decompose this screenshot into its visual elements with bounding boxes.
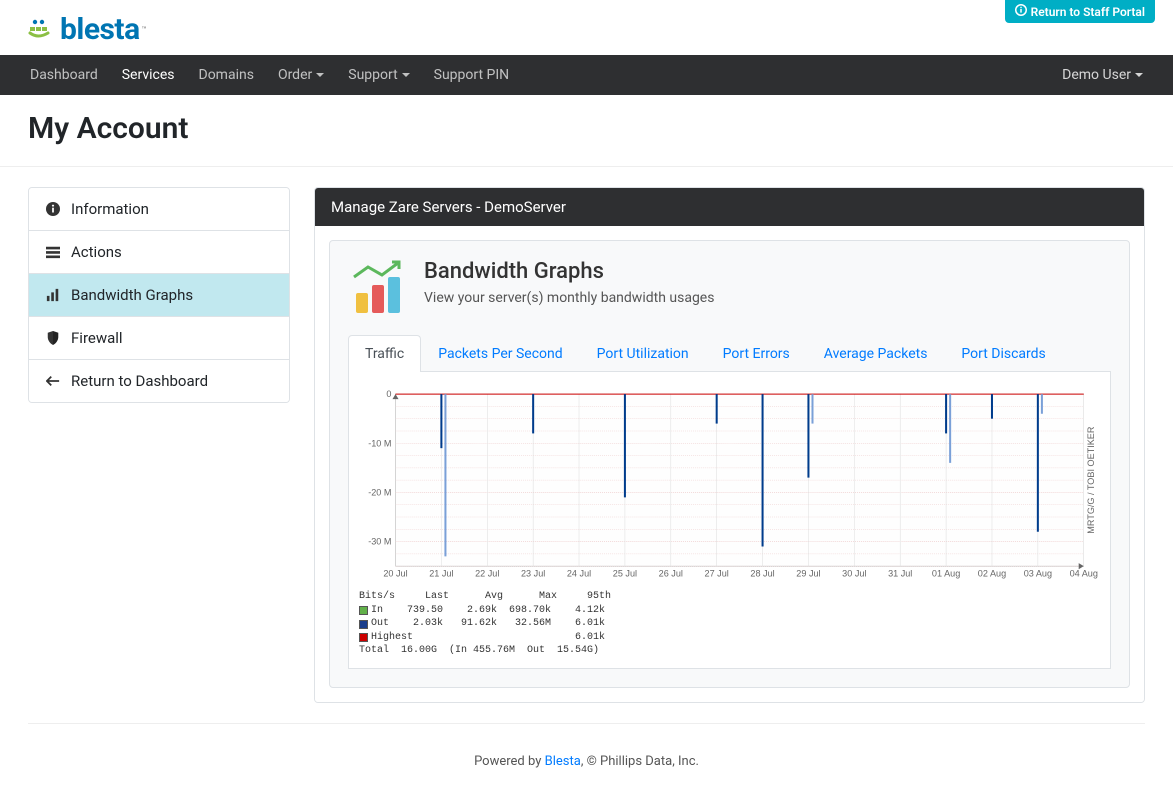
footer: Powered by Blesta, © Phillips Data, Inc. xyxy=(28,723,1145,789)
card-subtitle: View your server(s) monthly bandwidth us… xyxy=(424,290,714,306)
sidebar: Information Actions Bandwidth Graphs Firewa… xyxy=(28,187,290,703)
logo[interactable]: blesta™ xyxy=(0,0,1173,55)
sidebar-item-label: Return to Dashboard xyxy=(71,372,208,390)
svg-text:0: 0 xyxy=(386,389,391,399)
logo-text: blesta xyxy=(60,12,140,47)
sidebar-item-return-to-dashboard[interactable]: Return to Dashboard xyxy=(29,360,289,402)
panel-title: Manage Zare Servers - DemoServer xyxy=(315,188,1144,226)
svg-text:02 Aug: 02 Aug xyxy=(978,568,1006,578)
sidebar-item-label: Firewall xyxy=(71,329,123,347)
chevron-down-icon xyxy=(402,73,410,77)
svg-text:20 Jul: 20 Jul xyxy=(383,568,407,578)
staff-portal-label: Return to Staff Portal xyxy=(1031,5,1145,19)
svg-text:25 Jul: 25 Jul xyxy=(613,568,637,578)
main-nav: DashboardServicesDomainsOrderSupportSupp… xyxy=(0,55,1173,95)
svg-text:-30 M: -30 M xyxy=(368,537,391,547)
svg-text:04 Aug: 04 Aug xyxy=(1070,568,1098,578)
svg-text:01 Aug: 01 Aug xyxy=(932,568,960,578)
sidebar-item-actions[interactable]: Actions xyxy=(29,231,289,274)
sidebar-item-label: Information xyxy=(71,200,149,218)
tab-traffic[interactable]: Traffic xyxy=(348,335,421,372)
svg-text:24 Jul: 24 Jul xyxy=(567,568,591,578)
sidebar-item-firewall[interactable]: Firewall xyxy=(29,317,289,360)
svg-text:22 Jul: 22 Jul xyxy=(475,568,499,578)
logo-icon xyxy=(28,18,58,42)
tab-port-discards[interactable]: Port Discards xyxy=(944,335,1062,372)
card-title: Bandwidth Graphs xyxy=(424,259,714,284)
nav-support-pin[interactable]: Support PIN xyxy=(422,57,522,93)
sidebar-item-label: Bandwidth Graphs xyxy=(71,286,193,304)
sidebar-item-bandwidth-graphs[interactable]: Bandwidth Graphs xyxy=(29,274,289,317)
tab-port-utilization[interactable]: Port Utilization xyxy=(580,335,706,372)
info-icon xyxy=(1015,4,1027,19)
sidebar-item-information[interactable]: Information xyxy=(29,188,289,231)
svg-text:23 Jul: 23 Jul xyxy=(521,568,545,578)
main-panel: Manage Zare Servers - DemoServer xyxy=(314,187,1145,703)
svg-text:29 Jul: 29 Jul xyxy=(796,568,820,578)
svg-text:03 Aug: 03 Aug xyxy=(1024,568,1052,578)
nav-support[interactable]: Support xyxy=(336,57,421,93)
svg-text:-10 M: -10 M xyxy=(368,438,391,448)
footer-blesta-link[interactable]: Blesta xyxy=(545,754,581,769)
svg-text:28 Jul: 28 Jul xyxy=(750,568,774,578)
return-staff-portal-button[interactable]: Return to Staff Portal xyxy=(1005,0,1155,23)
svg-text:30 Jul: 30 Jul xyxy=(842,568,866,578)
user-menu[interactable]: Demo User xyxy=(1050,57,1155,93)
shield-icon xyxy=(45,330,61,346)
tab-packets-per-second[interactable]: Packets Per Second xyxy=(421,335,579,372)
chevron-down-icon xyxy=(316,73,324,77)
svg-text:21 Jul: 21 Jul xyxy=(429,568,453,578)
bandwidth-chart-icon xyxy=(348,259,406,317)
svg-text:27 Jul: 27 Jul xyxy=(705,568,729,578)
nav-services[interactable]: Services xyxy=(110,57,187,93)
info-icon xyxy=(45,201,61,217)
nav-order[interactable]: Order xyxy=(266,57,336,93)
svg-text:MRTG/G / TOBI OETIKER: MRTG/G / TOBI OETIKER xyxy=(1086,426,1096,534)
nav-dashboard[interactable]: Dashboard xyxy=(18,57,110,93)
tabs: TrafficPackets Per SecondPort Utilizatio… xyxy=(348,335,1111,372)
list-icon xyxy=(45,244,61,260)
svg-text:26 Jul: 26 Jul xyxy=(659,568,683,578)
tab-average-packets[interactable]: Average Packets xyxy=(807,335,945,372)
sidebar-item-label: Actions xyxy=(71,243,122,261)
chevron-down-icon xyxy=(1135,73,1143,77)
nav-domains[interactable]: Domains xyxy=(187,57,266,93)
user-label: Demo User xyxy=(1062,67,1131,83)
svg-text:-20 M: -20 M xyxy=(368,487,391,497)
arrow-left-icon xyxy=(45,373,61,389)
page-title: My Account xyxy=(28,111,1145,146)
traffic-chart: 0 -10 M -20 M -30 M 20 Jul 21 Jul 22 Jul 23 Jul… xyxy=(348,372,1111,669)
svg-text:31 Jul: 31 Jul xyxy=(888,568,912,578)
chart-icon xyxy=(45,287,61,303)
tab-port-errors[interactable]: Port Errors xyxy=(706,335,807,372)
